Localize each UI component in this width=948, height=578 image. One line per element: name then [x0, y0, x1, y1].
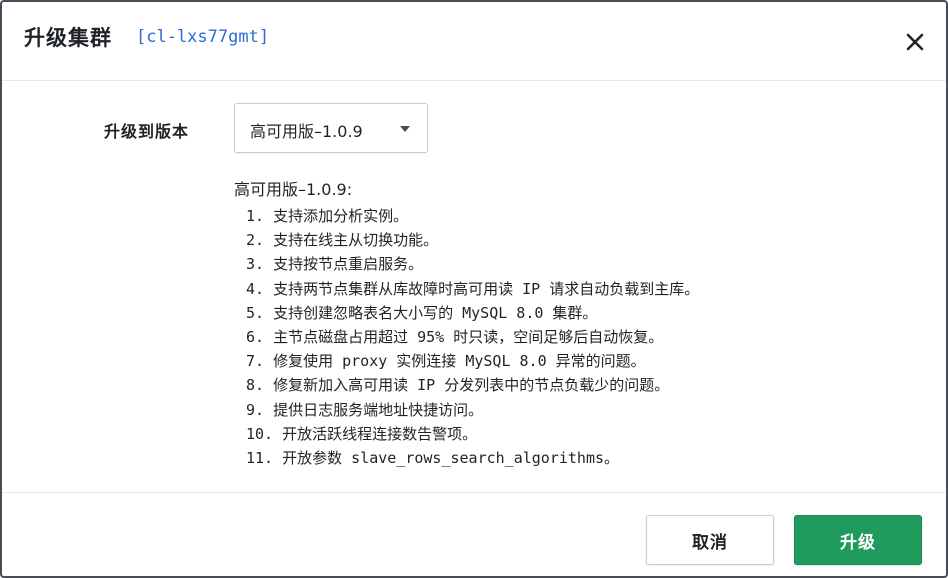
version-select-value: 高可用版–1.0.9	[250, 122, 363, 141]
cancel-button[interactable]: 取消	[646, 515, 774, 565]
changelog-item: 10. 开放活跃线程连接数告警项。	[246, 424, 478, 443]
cluster-id: [cl-lxs77gmt]	[136, 27, 270, 47]
changelog-item: 4. 支持两节点集群从库故障时高可用读 IP 请求自动负载到主库。	[246, 279, 700, 298]
changelog-item: 5. 支持创建忽略表名大小写的 MySQL 8.0 集群。	[246, 303, 598, 322]
changelog-list: 1. 支持添加分析实例。 2. 支持在线主从切换功能。 3. 支持按节点重启服务…	[246, 204, 699, 470]
version-select[interactable]: 高可用版–1.0.9	[234, 103, 428, 153]
caret-down-icon	[400, 126, 410, 132]
changelog-item: 3. 支持按节点重启服务。	[246, 255, 424, 274]
changelog-item: 2. 支持在线主从切换功能。	[246, 231, 439, 250]
changelog-item: 7. 修复使用 proxy 实例连接 MySQL 8.0 异常的问题。	[246, 352, 646, 371]
changelog-item: 9. 提供日志服务端地址快捷访问。	[246, 400, 484, 419]
changelog-title: 高可用版–1.0.9:	[234, 180, 353, 199]
upgrade-button[interactable]: 升级	[794, 515, 922, 565]
changelog-item: 6. 主节点磁盘占用超过 95% 时只读，空间足够后自动恢复。	[246, 328, 664, 347]
changelog-item: 1. 支持添加分析实例。	[246, 207, 409, 225]
close-icon	[906, 33, 924, 51]
changelog-item: 11. 开放参数 slave_rows_search_algorithms。	[246, 449, 620, 468]
upgrade-cluster-dialog: 升级集群 [cl-lxs77gmt] 升级到版本 高可用版–1.0.9 高可用版…	[0, 0, 948, 578]
dialog-footer: 取消 升级	[2, 492, 946, 576]
close-button[interactable]	[900, 27, 930, 57]
dialog-header: 升级集群 [cl-lxs77gmt]	[2, 2, 946, 81]
changelog-item: 8. 修复新加入高可用读 IP 分发列表中的节点负载少的问题。	[246, 376, 670, 395]
dialog-title: 升级集群	[24, 26, 112, 50]
version-label: 升级到版本	[104, 122, 190, 141]
dialog-body: 升级到版本 高可用版–1.0.9 高可用版–1.0.9: 1. 支持添加分析实例…	[2, 82, 946, 492]
